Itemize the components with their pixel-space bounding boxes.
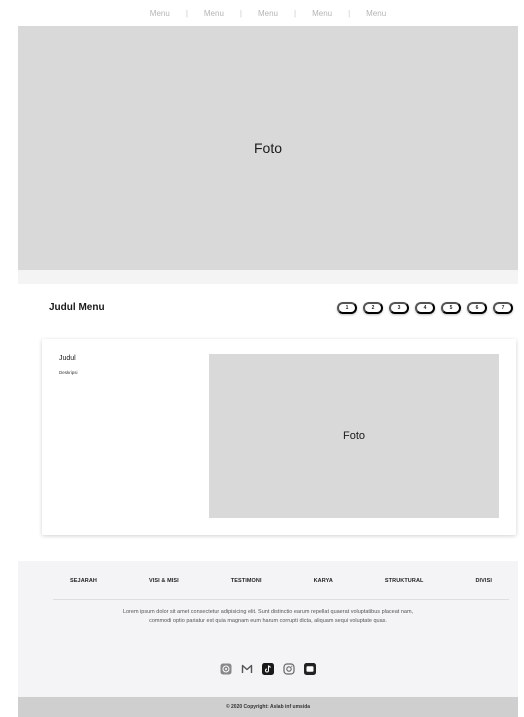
- footer-divider: [53, 599, 509, 600]
- page-button-3[interactable]: 3: [389, 302, 409, 314]
- card-title: Judul: [59, 355, 76, 362]
- card-photo-label: Foto: [342, 430, 365, 442]
- footer-about-text: Lorem ipsum dolor sit amet consectetur a…: [122, 609, 414, 624]
- footer: SEJARAH VISI & MISI TESTIMONI KARYA STRU…: [18, 561, 518, 697]
- copyright-bar: © 2020 Copyright: Aslab inf umsida: [18, 697, 518, 717]
- pagination: 1 2 3 4 5 6 7: [337, 302, 513, 314]
- nav-menu-4[interactable]: Menu: [296, 9, 348, 18]
- content-card: Judul Deskripsi Foto: [42, 339, 516, 535]
- footer-link-visi-misi[interactable]: VISI & MISI: [149, 578, 179, 584]
- hero-photo-placeholder: Foto: [18, 26, 518, 270]
- youtube-icon[interactable]: [304, 663, 316, 675]
- nav-menu-1[interactable]: Menu: [134, 9, 186, 18]
- whatsapp-icon[interactable]: [220, 663, 232, 675]
- page-button-7[interactable]: 7: [493, 302, 513, 314]
- instagram-icon[interactable]: [283, 663, 295, 675]
- footer-link-karya[interactable]: KARYA: [314, 578, 333, 584]
- nav-menu-2[interactable]: Menu: [188, 9, 240, 18]
- top-nav: Menu | Menu | Menu | Menu | Menu: [18, 0, 518, 26]
- section-title: Judul Menu: [49, 302, 105, 313]
- page-button-1[interactable]: 1: [337, 302, 357, 314]
- nav-menu-5[interactable]: Menu: [350, 9, 402, 18]
- footer-links: SEJARAH VISI & MISI TESTIMONI KARYA STRU…: [18, 578, 518, 584]
- nav-menu-3[interactable]: Menu: [242, 9, 294, 18]
- footer-link-testimoni[interactable]: TESTIMONI: [231, 578, 262, 584]
- page-button-6[interactable]: 6: [467, 302, 487, 314]
- page-button-5[interactable]: 5: [441, 302, 461, 314]
- page-button-2[interactable]: 2: [363, 302, 383, 314]
- card-description: Deskripsi: [59, 370, 78, 375]
- page-button-4[interactable]: 4: [415, 302, 435, 314]
- footer-link-divisi[interactable]: DIVISI: [475, 578, 492, 584]
- footer-link-sejarah[interactable]: SEJARAH: [70, 578, 97, 584]
- social-icons: [18, 663, 518, 675]
- card-photo-placeholder: Foto: [209, 354, 499, 518]
- gmail-icon[interactable]: [241, 663, 253, 675]
- footer-link-struktural[interactable]: STRUKTURAL: [385, 578, 424, 584]
- copyright-text: © 2020 Copyright: Aslab inf umsida: [225, 704, 311, 710]
- tiktok-icon[interactable]: [262, 663, 274, 675]
- hero-bottom-strip: [18, 270, 518, 284]
- hero-photo-label: Foto: [253, 140, 282, 156]
